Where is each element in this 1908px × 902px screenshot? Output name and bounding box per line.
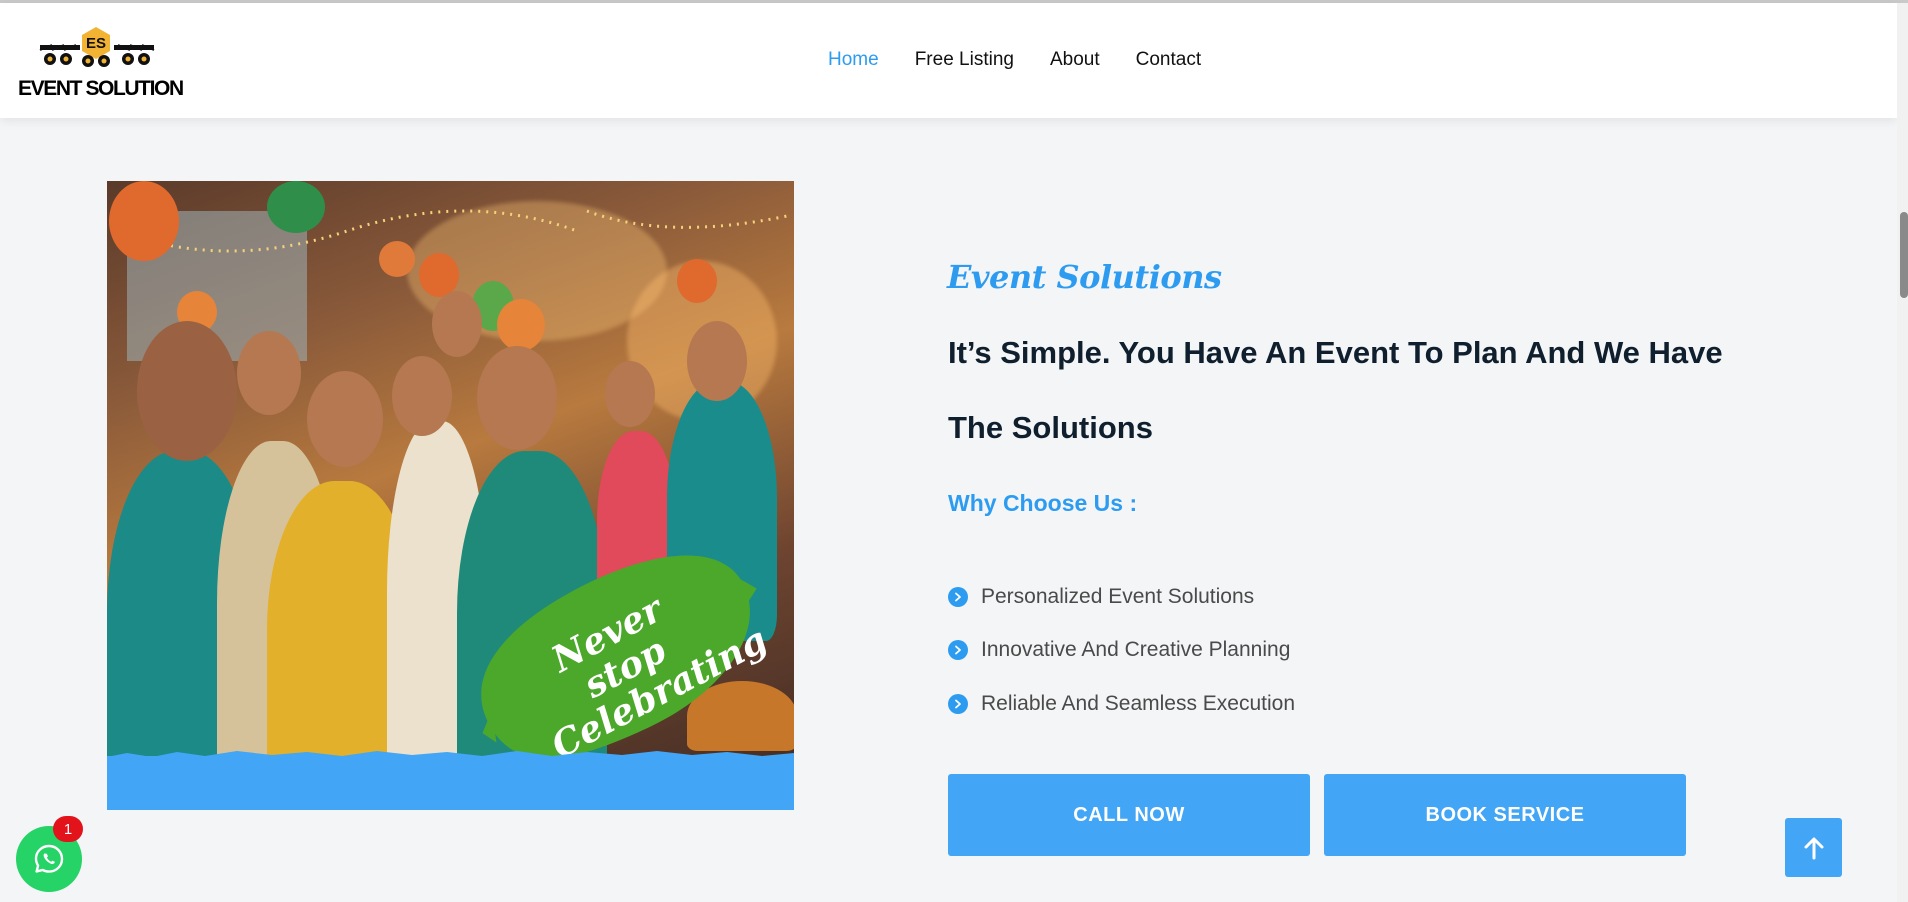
nav-contact[interactable]: Contact <box>1136 49 1201 71</box>
hero-party-image: Never stop Celebrating <box>107 181 794 810</box>
whatsapp-notification-badge: 1 <box>53 816 83 842</box>
feature-text: Reliable And Seamless Execution <box>981 691 1296 715</box>
balloon <box>109 181 179 261</box>
person-head <box>687 321 747 401</box>
why-choose-us-heading: Why Choose Us : <box>948 490 1138 516</box>
nav-about[interactable]: About <box>1050 49 1100 71</box>
scrollbar-thumb[interactable] <box>1900 212 1908 298</box>
balloon <box>497 299 545 351</box>
person-head <box>137 321 237 461</box>
person-head <box>307 371 383 467</box>
person-head <box>605 361 655 427</box>
whatsapp-icon <box>34 844 64 873</box>
nav-free-listing[interactable]: Free Listing <box>915 49 1014 71</box>
back-to-top-button[interactable] <box>1785 818 1842 877</box>
call-now-button[interactable]: CALL NOW <box>948 774 1310 856</box>
person-head <box>432 291 482 357</box>
logo-badge-text: ES <box>86 35 106 52</box>
feature-text: Innovative And Creative Planning <box>981 638 1291 662</box>
person-head <box>477 346 557 450</box>
section-script-title: Event Solutions <box>947 258 1222 296</box>
chevron-right-circle-icon <box>948 693 968 714</box>
feature-item: Personalized Event Solutions <box>948 570 1295 624</box>
feature-item: Innovative And Creative Planning <box>948 624 1295 678</box>
person-head <box>237 331 301 415</box>
chevron-right-circle-icon <box>948 586 968 607</box>
logo-wordmark: EVENT SOLUTION <box>18 77 184 100</box>
arrow-up-icon <box>1804 837 1823 859</box>
site-logo[interactable]: ES EVENT SOLUTION <box>18 23 184 103</box>
logo-truck-graphic: ES <box>39 27 155 67</box>
balloon <box>379 241 415 277</box>
nav-home[interactable]: Home <box>828 49 879 71</box>
feature-item: Reliable And Seamless Execution <box>948 677 1295 731</box>
feature-text: Personalized Event Solutions <box>981 584 1255 608</box>
site-header: ES EVENT SOLUTION Home Free Listing Abou… <box>0 3 1897 118</box>
chevron-right-circle-icon <box>948 640 968 661</box>
features-list: Personalized Event Solutions Innovative … <box>948 570 1295 731</box>
balloon <box>677 259 717 303</box>
book-service-button[interactable]: BOOK SERVICE <box>1324 774 1686 856</box>
person-head <box>392 356 452 436</box>
hero-headline: It’s Simple. You Have An Event To Plan A… <box>948 335 1723 445</box>
page-scrollbar[interactable] <box>1897 3 1908 902</box>
main-nav: Home Free Listing About Contact <box>828 49 1237 71</box>
blue-bottom-band <box>107 756 794 810</box>
balloon <box>267 181 325 233</box>
